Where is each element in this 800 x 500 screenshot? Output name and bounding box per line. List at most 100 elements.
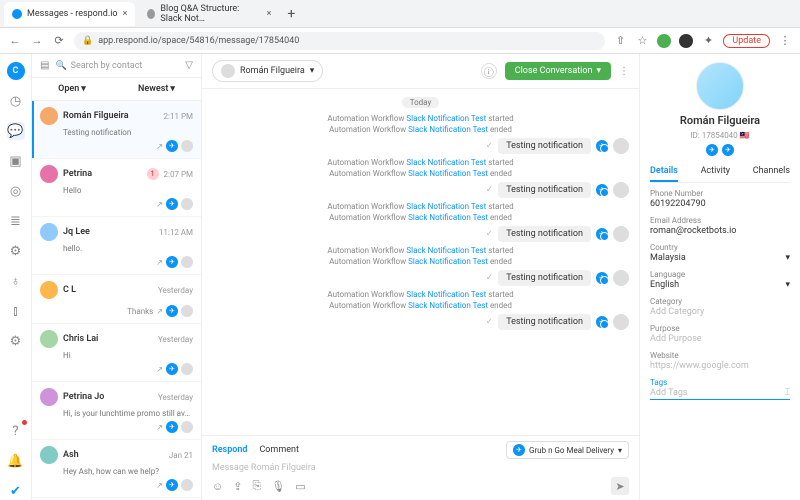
system-message: Automation Workflow Slack Notification T… xyxy=(212,125,629,134)
tab-channels[interactable]: Channels xyxy=(753,162,790,182)
conversation-item[interactable]: AshJan 21Hey Ash, how can we help?↗✈ xyxy=(32,440,201,498)
settings-icon[interactable]: ⚙ xyxy=(7,332,25,350)
message-input[interactable]: Message Román Filgueira xyxy=(212,463,629,473)
attach-icon[interactable]: ⇪ xyxy=(233,480,242,493)
workflows-icon[interactable]: ≣ xyxy=(7,212,25,230)
workflow-link[interactable]: Slack Notification Test xyxy=(406,202,486,211)
reload-icon[interactable]: ⟳ xyxy=(52,34,66,48)
timestamp: Yesterday xyxy=(158,393,193,402)
snippet-icon[interactable]: ⎘ xyxy=(252,479,261,493)
tab-favicon xyxy=(12,9,22,19)
telegram-icon[interactable]: ✈ xyxy=(722,144,734,156)
tags-input[interactable]: Add Tags⌶ xyxy=(650,388,790,400)
reports-icon[interactable]: ⫾ xyxy=(7,302,25,320)
workflow-link[interactable]: Slack Notification Test xyxy=(408,257,488,266)
workflow-link[interactable]: Slack Notification Test xyxy=(408,125,488,134)
contact-avatar xyxy=(221,64,235,78)
saved-reply-icon[interactable]: ▭ xyxy=(295,480,305,493)
org-icon[interactable]: ♁ xyxy=(7,272,25,290)
broadcast-icon[interactable]: ◎ xyxy=(7,182,25,200)
new-tab-button[interactable]: + xyxy=(279,6,303,22)
conversation-item[interactable]: Chris LaiYesterdayHi↗✈ xyxy=(32,324,201,382)
channel-selector[interactable]: ✈ Grub n Go Meal Delivery ▾ xyxy=(506,441,629,459)
email-value[interactable]: roman@rocketbots.io xyxy=(650,226,790,236)
conversation-menu-icon[interactable]: ⋮ xyxy=(619,66,629,77)
filter-newest[interactable]: Newest ▾ xyxy=(138,84,175,94)
timestamp: Jan 21 xyxy=(169,451,193,460)
dashboard-icon[interactable]: ◷ xyxy=(7,92,25,110)
workflow-link[interactable]: Slack Notification Test xyxy=(408,301,488,310)
filter-icon[interactable]: ▽ xyxy=(185,60,193,71)
conversation-item[interactable]: Jq Lee11:12 AMhello.↗✈ xyxy=(32,217,201,275)
sender-avatar xyxy=(613,226,629,242)
send-button[interactable]: ➤ xyxy=(611,477,629,495)
read-receipt-icon: ✓ xyxy=(486,317,494,327)
conversation-info-icon[interactable]: ⓘ xyxy=(481,63,497,79)
extensions-menu-icon[interactable]: ✦ xyxy=(701,34,715,48)
tab-details[interactable]: Details xyxy=(650,162,678,182)
tab-title: Blog Q&A Structure: Slack Not… xyxy=(160,4,261,24)
system-message: Automation Workflow Slack Notification T… xyxy=(212,202,629,211)
website-input[interactable]: https://www.google.com xyxy=(650,361,790,371)
workflow-link[interactable]: Slack Notification Test xyxy=(406,158,486,167)
nav-rail: C ◷ 💬 ▣ ◎ ≣ ⚙ ♁ ⫾ ⚙ ? 🔔 ✔ xyxy=(0,54,32,500)
filter-open[interactable]: Open ▾ xyxy=(58,84,86,94)
assignee-avatar xyxy=(181,363,193,375)
close-conversation-button[interactable]: Close Conversation▾ xyxy=(505,62,611,80)
workflow-link[interactable]: Slack Notification Test xyxy=(406,114,486,123)
purpose-input[interactable]: Add Purpose xyxy=(650,334,790,344)
back-icon[interactable]: ← xyxy=(8,34,22,48)
emoji-icon[interactable]: ☺ xyxy=(212,480,223,493)
country-select[interactable]: Malaysia▾ xyxy=(650,253,790,263)
close-tab-icon[interactable]: × xyxy=(123,9,128,19)
url-bar[interactable]: 🔒 app.respond.io/space/54816/message/178… xyxy=(74,32,605,50)
workflow-link[interactable]: Slack Notification Test xyxy=(408,169,488,178)
category-input[interactable]: Add Category xyxy=(650,307,790,317)
extension-icon[interactable] xyxy=(657,34,671,48)
composer-tab-respond[interactable]: Respond xyxy=(212,445,247,455)
search-input[interactable]: 🔍 Search by contact xyxy=(55,61,179,71)
workflow-link[interactable]: Slack Notification Test xyxy=(406,246,486,255)
inbox-settings-icon[interactable]: ▤ xyxy=(40,60,49,71)
whats-new-icon[interactable]: ✔ xyxy=(7,482,25,500)
update-button[interactable]: Update xyxy=(723,34,770,48)
workflow-link[interactable]: Slack Notification Test xyxy=(408,213,488,222)
extension-icon[interactable] xyxy=(679,34,693,48)
browser-tab-inactive[interactable]: Blog Q&A Structure: Slack Not… × xyxy=(139,2,279,26)
conversation-item[interactable]: Román Filgueira2:11 PMTesting notificati… xyxy=(32,101,201,159)
phone-value[interactable]: 60192204790 xyxy=(650,199,790,209)
forward-icon[interactable]: → xyxy=(30,34,44,48)
close-tab-icon[interactable]: × xyxy=(267,9,272,19)
contact-chip[interactable]: Román Filgueira ▾ xyxy=(212,60,323,82)
chevron-down-icon: ▾ xyxy=(785,253,790,263)
composer-tab-comment[interactable]: Comment xyxy=(259,445,298,455)
conversation-item[interactable]: Petrina JoYesterdayHi, is your lunchtime… xyxy=(32,382,201,440)
telegram-icon[interactable]: ✈ xyxy=(706,144,718,156)
tab-title: Messages - respond.io xyxy=(27,9,118,19)
reply-icon: ↗ xyxy=(156,142,163,151)
notifications-icon[interactable]: 🔔 xyxy=(7,452,25,470)
voice-icon[interactable]: 🎙 xyxy=(271,480,285,493)
share-icon[interactable]: ⇧ xyxy=(613,34,627,48)
field-label: Phone Number xyxy=(650,189,790,198)
tab-activity[interactable]: Activity xyxy=(701,162,730,182)
browser-tab-active[interactable]: Messages - respond.io × xyxy=(4,2,135,26)
contact-name: Ash xyxy=(63,450,164,460)
sender-avatar xyxy=(613,182,629,198)
tab-favicon xyxy=(147,9,155,19)
messages-icon[interactable]: 💬 xyxy=(7,122,25,140)
contacts-icon[interactable]: ▣ xyxy=(7,152,25,170)
conversation-item[interactable]: Petrina12:07 PMHello↗✈ xyxy=(32,159,201,217)
help-icon[interactable]: ? xyxy=(7,422,25,440)
automation-icon[interactable]: ⚙ xyxy=(7,242,25,260)
conversation-item[interactable]: C LYesterdayThanks↗✈ xyxy=(32,275,201,324)
workflow-link[interactable]: Slack Notification Test xyxy=(406,290,486,299)
channel-badge: ✈ xyxy=(596,316,608,328)
chevron-down-icon: ▾ xyxy=(785,280,790,290)
language-select[interactable]: English▾ xyxy=(650,280,790,290)
search-placeholder: Search by contact xyxy=(71,61,143,71)
browser-menu-icon[interactable]: ⋮ xyxy=(778,34,792,48)
star-icon[interactable]: ☆ xyxy=(635,34,649,48)
assignee-avatar xyxy=(181,256,193,268)
workspace-avatar[interactable]: C xyxy=(7,62,25,80)
